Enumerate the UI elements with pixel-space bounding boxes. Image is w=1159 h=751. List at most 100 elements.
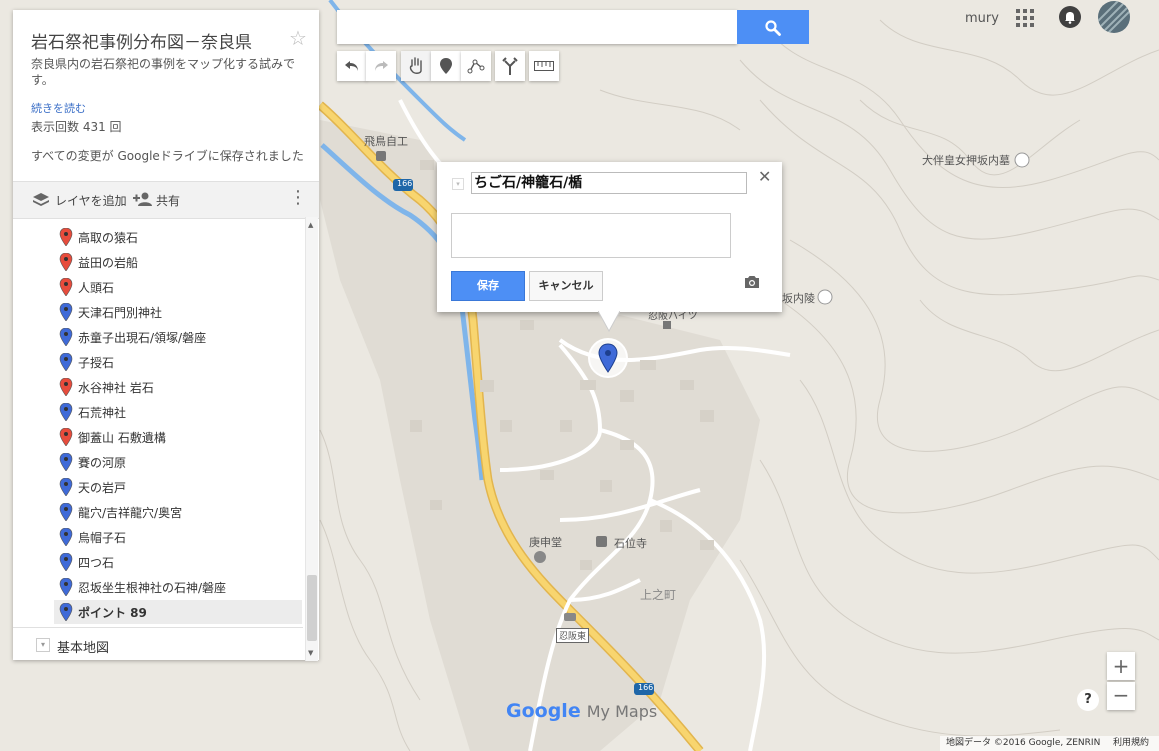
- search-button[interactable]: [737, 10, 809, 44]
- redo-button[interactable]: [366, 51, 396, 81]
- search-box[interactable]: [337, 10, 737, 44]
- map-label-uenomachi: 上之町: [640, 588, 677, 602]
- list-item[interactable]: 天津石門別神社: [54, 300, 302, 324]
- list-item-label: 赤童子出現石/領塚/磐座: [78, 331, 207, 345]
- share-button[interactable]: 共有: [156, 192, 180, 209]
- marker-icon: [59, 428, 73, 446]
- list-item-label: 御蓋山 石敷遺構: [78, 431, 166, 445]
- map-title[interactable]: 岩石祭祀事例分布図－奈良県: [31, 28, 252, 53]
- marker-icon: [59, 453, 73, 471]
- base-map-layer[interactable]: ▾ 基本地図: [13, 627, 303, 661]
- marker-icon: [59, 303, 73, 321]
- list-item-label: 人頭石: [78, 281, 115, 295]
- my-maps-wordmark: My Maps: [586, 702, 658, 721]
- list-item[interactable]: ポイント 89: [54, 600, 302, 624]
- list-item-label: 水谷神社 岩石: [78, 381, 154, 395]
- pan-tool-button[interactable]: [401, 51, 431, 81]
- redo-icon: [375, 61, 388, 71]
- add-layer-button[interactable]: レイヤを追加: [55, 192, 127, 209]
- scrollbar-thumb[interactable]: [307, 575, 317, 641]
- google-wordmark: Google: [506, 700, 581, 722]
- list-item-label: 石荒神社: [78, 406, 127, 420]
- avatar[interactable]: [1098, 1, 1130, 33]
- popup-pointer: [598, 311, 620, 333]
- undo-button[interactable]: [337, 51, 367, 81]
- read-more-link[interactable]: 続きを読む: [31, 100, 86, 116]
- style-dropdown-icon[interactable]: ▾: [452, 178, 464, 190]
- marker-icon: [59, 378, 73, 396]
- list-scrollbar[interactable]: ▲ ▼: [305, 217, 318, 661]
- marker-icon: [59, 603, 73, 621]
- zoom-in-button[interactable]: +: [1107, 652, 1135, 680]
- draw-line-icon: [467, 59, 485, 74]
- hand-icon: [409, 57, 422, 74]
- road-shield-166-b: 166: [638, 683, 654, 692]
- list-item-label: 四つ石: [78, 556, 115, 570]
- map-attribution: 地図データ ©2016 Google, ZENRIN: [946, 738, 1101, 748]
- marker-icon: [59, 328, 73, 346]
- draw-line-button[interactable]: [461, 51, 491, 81]
- list-item[interactable]: 忍坂坐生根神社の石神/磐座: [54, 575, 302, 599]
- list-item-label: 高取の猿石: [78, 231, 139, 245]
- terms-link[interactable]: 利用規約: [1113, 736, 1149, 751]
- list-item-label: 烏帽子石: [78, 531, 127, 545]
- map-description[interactable]: 奈良県内の岩石祭祀の事例をマップ化する試みです。: [31, 56, 301, 88]
- feature-title-input[interactable]: ちご石/神籠石/楯: [471, 172, 747, 194]
- list-item[interactable]: 赤童子出現石/領塚/磐座: [54, 325, 302, 349]
- ruler-icon: [534, 61, 554, 71]
- save-button[interactable]: 保存: [451, 271, 525, 301]
- list-item[interactable]: 賽の河原: [54, 450, 302, 474]
- list-item[interactable]: 水谷神社 岩石: [54, 375, 302, 399]
- star-icon[interactable]: ☆: [289, 26, 307, 50]
- map-label-asuka: 飛鳥自工: [364, 135, 408, 148]
- list-item[interactable]: 高取の猿石: [54, 225, 302, 249]
- more-vert-icon[interactable]: ⋮: [289, 188, 307, 208]
- list-item[interactable]: 龍穴/吉祥龍穴/奥宮: [54, 500, 302, 524]
- help-icon[interactable]: ?: [1077, 689, 1099, 711]
- map-footer: 地図データ ©2016 Google, ZENRIN 利用規約: [940, 736, 1159, 751]
- chevron-down-icon[interactable]: ▾: [36, 638, 50, 652]
- measure-button[interactable]: [529, 51, 559, 81]
- base-map-label: 基本地図: [57, 641, 110, 656]
- map-label-misaka: 坂内陵: [782, 292, 815, 305]
- directions-button[interactable]: [495, 51, 525, 81]
- feature-description-input[interactable]: [451, 213, 731, 258]
- view-count: 表示回数 431 回: [31, 120, 122, 134]
- list-item-label: 益田の岩船: [78, 256, 139, 270]
- user-name[interactable]: mury: [965, 11, 999, 26]
- cancel-button[interactable]: キャンセル: [529, 271, 603, 301]
- list-item-label: 子授石: [78, 356, 115, 370]
- save-status: すべての変更が Googleドライブに保存されました: [31, 149, 304, 163]
- layers-icon: [33, 193, 49, 206]
- map-legend-panel: 岩石祭祀事例分布図－奈良県 ☆ 奈良県内の岩石祭祀の事例をマップ化する試みです。…: [13, 10, 319, 661]
- notifications-icon[interactable]: [1059, 6, 1081, 28]
- list-item[interactable]: 益田の岩船: [54, 250, 302, 274]
- list-item[interactable]: 御蓋山 石敷遺構: [54, 425, 302, 449]
- close-icon[interactable]: ✕: [758, 167, 771, 186]
- camera-icon[interactable]: [744, 275, 760, 289]
- search-input[interactable]: [345, 12, 729, 44]
- layer-feature-list: 高取の猿石益田の岩船人頭石天津石門別神社赤童子出現石/領塚/磐座 子授石水谷神社 …: [13, 217, 303, 625]
- list-item[interactable]: 子授石: [54, 350, 302, 374]
- zoom-out-button[interactable]: −: [1107, 682, 1135, 710]
- marker-icon: [59, 578, 73, 596]
- scroll-down-icon[interactable]: ▼: [308, 649, 313, 657]
- marker-icon: [59, 528, 73, 546]
- list-item-label: 忍坂坐生根神社の石神/磐座: [78, 581, 227, 595]
- list-item[interactable]: 石荒神社: [54, 400, 302, 424]
- list-item-label: 天津石門別神社: [78, 306, 163, 320]
- list-item[interactable]: 四つ石: [54, 550, 302, 574]
- road-shield-166-a: 166: [397, 179, 413, 188]
- list-item[interactable]: 烏帽子石: [54, 525, 302, 549]
- scroll-up-icon[interactable]: ▲: [308, 221, 313, 229]
- apps-grid-icon[interactable]: [1016, 9, 1034, 27]
- marker-icon: [59, 503, 73, 521]
- marker-icon: [59, 478, 73, 496]
- add-marker-button[interactable]: [431, 51, 461, 81]
- marker-icon: [59, 278, 73, 296]
- list-item[interactable]: 人頭石: [54, 275, 302, 299]
- marker-icon: [59, 553, 73, 571]
- marker-icon: [59, 403, 73, 421]
- map-label-koshindo: 庚申堂: [529, 536, 562, 549]
- list-item[interactable]: 天の岩戸: [54, 475, 302, 499]
